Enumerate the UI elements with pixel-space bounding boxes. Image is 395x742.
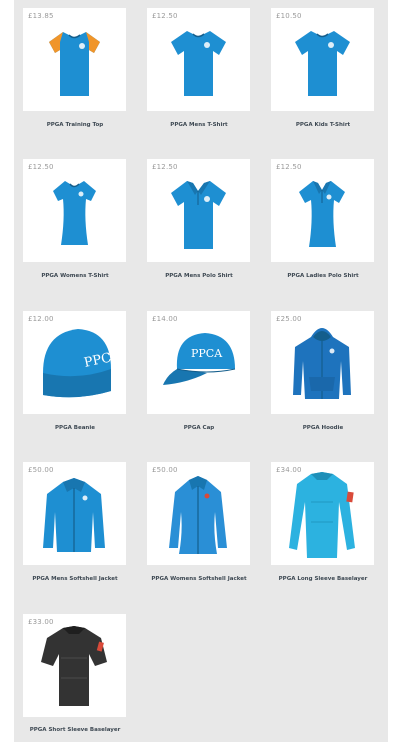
product-price: £25.00 xyxy=(276,315,302,323)
product-name-link[interactable]: PPGA Mens T-Shirt xyxy=(137,122,261,128)
product-price: £12.50 xyxy=(152,163,178,171)
short-sleeve-baselayer-image xyxy=(41,626,107,706)
product-card-womens-tshirt[interactable]: £12.50 xyxy=(23,159,126,262)
ladies-polo-image xyxy=(299,181,345,247)
product-card-mens-polo[interactable]: £12.50 xyxy=(147,159,250,262)
product-card-mens-tshirt[interactable]: £12.50 xyxy=(147,8,250,111)
product-card-cap[interactable]: PPCA £14.00 xyxy=(147,311,250,414)
product-card-ladies-polo[interactable]: £12.50 xyxy=(271,159,374,262)
kids-tshirt-image xyxy=(295,31,350,96)
training-top-image xyxy=(49,32,100,96)
product-price: £14.00 xyxy=(152,315,178,323)
product-card-mens-softshell[interactable]: £50.00 xyxy=(23,462,126,565)
mens-softshell-image xyxy=(43,478,105,552)
product-name-link[interactable]: PPGA Short Sleeve Baselayer xyxy=(13,727,137,733)
product-name-link[interactable]: PPGA Hoodie xyxy=(261,425,385,431)
product-price: £10.50 xyxy=(276,12,302,20)
product-price: £12.50 xyxy=(152,12,178,20)
product-name-link[interactable]: PPGA Training Top xyxy=(13,122,137,128)
product-name-link[interactable]: PPGA Mens Softshell Jacket xyxy=(13,576,137,582)
product-name-link[interactable]: PPGA Ladies Polo Shirt xyxy=(261,273,385,279)
womens-softshell-image xyxy=(169,476,227,554)
product-card-long-sleeve-baselayer[interactable]: £34.00 xyxy=(271,462,374,565)
product-name-link[interactable]: PPGA Mens Polo Shirt xyxy=(137,273,261,279)
product-price: £13.85 xyxy=(28,12,54,20)
beanie-image: PPCA xyxy=(43,329,122,398)
product-name-link[interactable]: PPGA Womens T-Shirt xyxy=(13,273,137,279)
product-grid-panel: £13.85 PPGA Training Top £12.50 PPGA Men… xyxy=(14,0,388,742)
product-price: £12.50 xyxy=(276,163,302,171)
product-price: £12.00 xyxy=(28,315,54,323)
product-name-link[interactable]: PPGA Kids T-Shirt xyxy=(261,122,385,128)
cap-image: PPCA xyxy=(163,333,236,385)
product-card-beanie[interactable]: PPCA £12.00 xyxy=(23,311,126,414)
mens-polo-image xyxy=(171,181,226,249)
product-price: £12.50 xyxy=(28,163,54,171)
product-price: £50.00 xyxy=(152,466,178,474)
long-sleeve-baselayer-image xyxy=(289,472,355,558)
product-name-link[interactable]: PPGA Beanie xyxy=(13,425,137,431)
mens-tshirt-image xyxy=(171,31,226,96)
womens-tshirt-image xyxy=(53,181,96,245)
product-card-womens-softshell[interactable]: £50.00 xyxy=(147,462,250,565)
hoodie-image xyxy=(293,328,351,399)
product-card-short-sleeve-baselayer[interactable]: £33.00 xyxy=(23,614,126,717)
cap-logo-text: PPCA xyxy=(191,347,223,360)
product-price: £33.00 xyxy=(28,618,54,626)
product-name-link[interactable]: PPGA Long Sleeve Baselayer xyxy=(261,576,385,582)
product-name-link[interactable]: PPGA Cap xyxy=(137,425,261,431)
product-card-kids-tshirt[interactable]: £10.50 xyxy=(271,8,374,111)
product-card-training-top[interactable]: £13.85 xyxy=(23,8,126,111)
product-card-hoodie[interactable]: £25.00 xyxy=(271,311,374,414)
product-price: £50.00 xyxy=(28,466,54,474)
product-price: £34.00 xyxy=(276,466,302,474)
product-name-link[interactable]: PPGA Womens Softshell Jacket xyxy=(137,576,261,582)
